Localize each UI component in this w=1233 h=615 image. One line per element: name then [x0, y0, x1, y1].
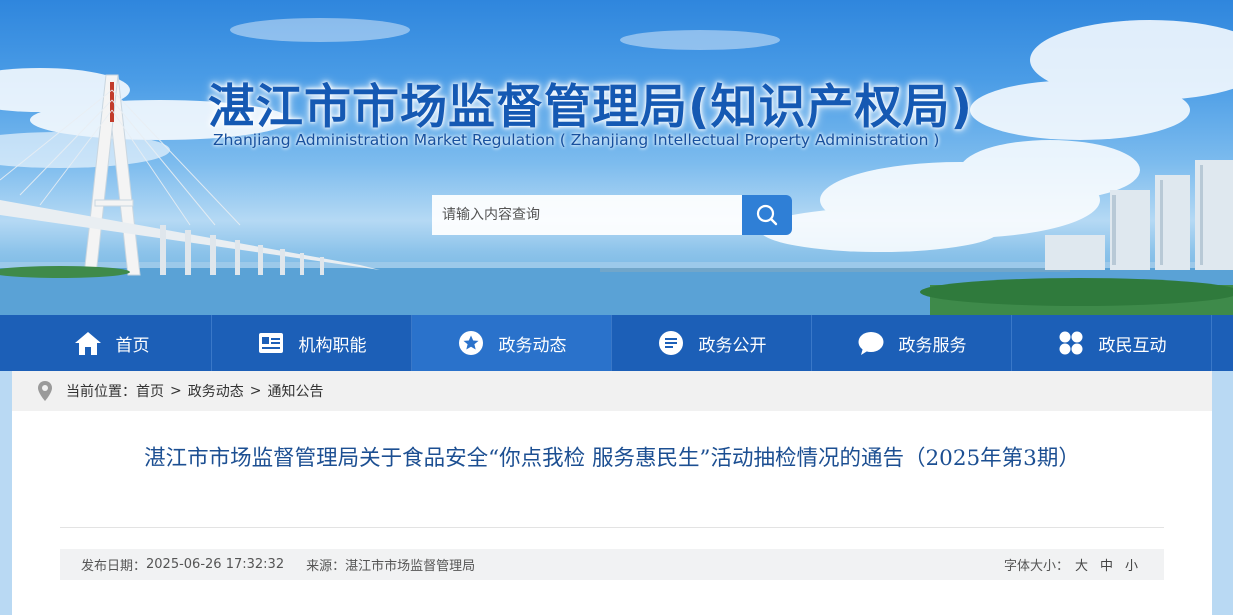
site-title: 湛江市市场监督管理局(知识产权局) [208, 80, 973, 135]
publish-date-label: 发布日期： [81, 559, 147, 574]
header-banner: 湛江市市场监督管理局(知识产权局) Zhanjiang Administrati… [0, 0, 1233, 315]
nav-item-label: 政务公开 [698, 335, 767, 356]
nav-item-label: 政务服务 [898, 335, 967, 356]
nav-item-label: 首页 [115, 335, 150, 356]
source-value: 湛江市市场监督管理局 [345, 559, 476, 574]
publish-date: 2025-06-26 17:32:32 [146, 557, 285, 572]
list-icon [657, 329, 685, 357]
breadcrumb-separator: > [170, 383, 182, 399]
content-panel: 当前位置： 首页 > 政务动态 > 通知公告 湛江市市场监督管理局关于食品安全“… [12, 371, 1212, 615]
source-label: 来源： [306, 559, 346, 574]
font-size-large-button[interactable]: 大 [1075, 555, 1088, 574]
id-card-icon [257, 329, 285, 357]
breadcrumb-link-notices[interactable]: 通知公告 [267, 381, 323, 401]
article-title: 湛江市市场监督管理局关于食品安全“你点我检 服务惠民生”活动抽检情况的通告（20… [144, 446, 1080, 471]
star-icon [457, 329, 485, 357]
font-size-medium-button[interactable]: 中 [1100, 555, 1113, 574]
chat-icon [857, 329, 885, 357]
font-size-small-button[interactable]: 小 [1125, 555, 1138, 574]
nav-item-disclosure[interactable]: 政务公开 [612, 315, 812, 371]
nav-item-services[interactable]: 政务服务 [812, 315, 1012, 371]
banner-scenery [0, 18, 1233, 315]
search-box [432, 195, 792, 235]
nav-item-label: 政民互动 [1098, 335, 1167, 356]
nav-item-interaction[interactable]: 政民互动 [1012, 315, 1212, 371]
nav-item-label: 政务动态 [498, 335, 567, 356]
breadcrumb-link-home[interactable]: 首页 [136, 381, 164, 401]
nav-item-functions[interactable]: 机构职能 [212, 315, 412, 371]
nav-item-label: 机构职能 [298, 335, 367, 356]
breadcrumb-prefix: 当前位置： [66, 384, 136, 400]
title-divider [60, 527, 1164, 528]
main-nav: 首页 机构职能 政务动态 政务公开 政务服务 政民互动 [0, 315, 1233, 371]
article-meta-bar: 发布日期： 2025-06-26 17:32:32 来源： 湛江市市场监督管理局… [60, 549, 1164, 580]
nav-item-home[interactable]: 首页 [12, 315, 212, 371]
breadcrumb-separator: > [249, 383, 262, 399]
search-input[interactable] [432, 195, 742, 235]
nav-item-news[interactable]: 政务动态 [412, 315, 612, 371]
site-subtitle: Zhanjiang Administration Market Regulati… [213, 131, 940, 149]
search-button[interactable] [742, 195, 792, 235]
search-icon [756, 204, 778, 226]
breadcrumb: 当前位置： 首页 > 政务动态 > 通知公告 [12, 371, 1212, 411]
breadcrumb-link-news[interactable]: 政务动态 [188, 381, 244, 401]
home-icon [74, 329, 102, 357]
grid-icon [1057, 329, 1085, 357]
location-pin-icon [38, 381, 52, 401]
font-size-label: 字体大小： [1003, 559, 1069, 574]
